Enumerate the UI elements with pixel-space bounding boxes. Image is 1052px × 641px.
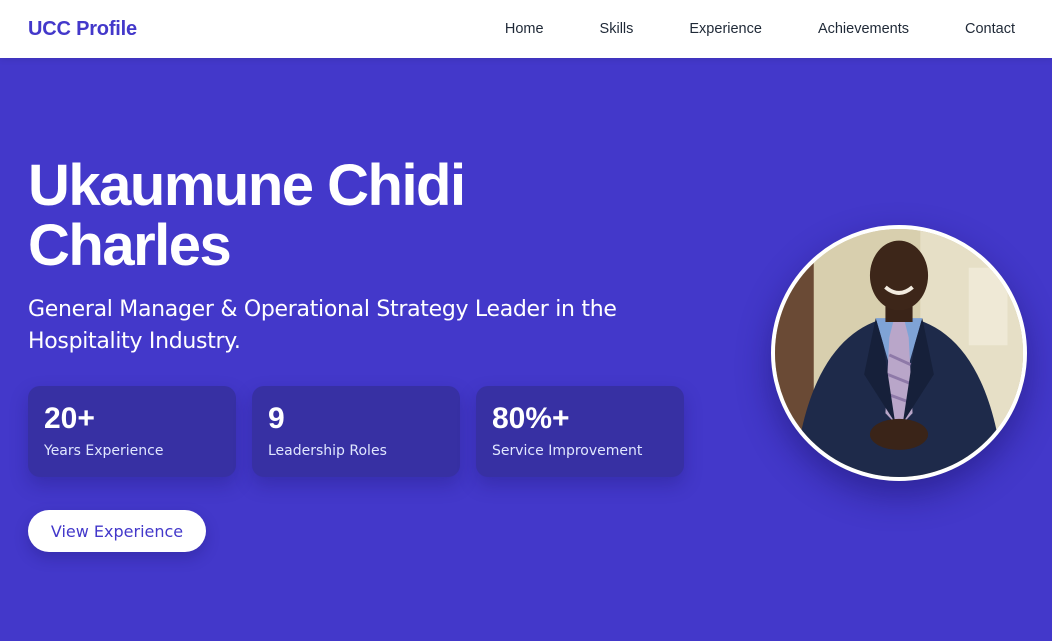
stat-card-experience: 20+ Years Experience: [28, 386, 236, 477]
nav-link-contact[interactable]: Contact: [965, 21, 1015, 37]
stat-value: 80%+: [492, 402, 570, 435]
hero-section: Ukaumune Chidi Charles General Manager &…: [28, 156, 708, 358]
profile-photo: [771, 225, 1027, 481]
hero-name: Ukaumune Chidi Charles: [28, 153, 466, 278]
nav-link-achievements[interactable]: Achievements: [818, 21, 909, 37]
stat-value: 20+: [44, 402, 95, 435]
stat-label: Leadership Roles: [268, 443, 387, 459]
stat-label: Service Improvement: [492, 443, 643, 459]
top-navbar: UCC Profile Home Skills Experience Achie…: [0, 0, 1052, 58]
nav-link-home[interactable]: Home: [505, 21, 544, 37]
hero-tagline: General Manager & Operational Strategy L…: [28, 297, 617, 354]
stat-label: Years Experience: [44, 443, 164, 459]
page: UCC Profile Home Skills Experience Achie…: [0, 0, 1052, 641]
stat-card-leadership: 9 Leadership Roles: [252, 386, 460, 477]
stat-value: 9: [268, 402, 285, 435]
stat-card-service: 80%+ Service Improvement: [476, 386, 684, 477]
view-experience-button[interactable]: View Experience: [28, 510, 206, 552]
profile-photo-illustration: [775, 229, 1023, 477]
nav-link-experience[interactable]: Experience: [689, 21, 762, 37]
brand-logo-link[interactable]: UCC Profile: [28, 18, 137, 41]
stats-row: 20+ Years Experience 9 Leadership Roles …: [28, 386, 684, 477]
nav-link-skills[interactable]: Skills: [600, 21, 634, 37]
nav-links: Home Skills Experience Achievements Cont…: [505, 21, 1015, 37]
